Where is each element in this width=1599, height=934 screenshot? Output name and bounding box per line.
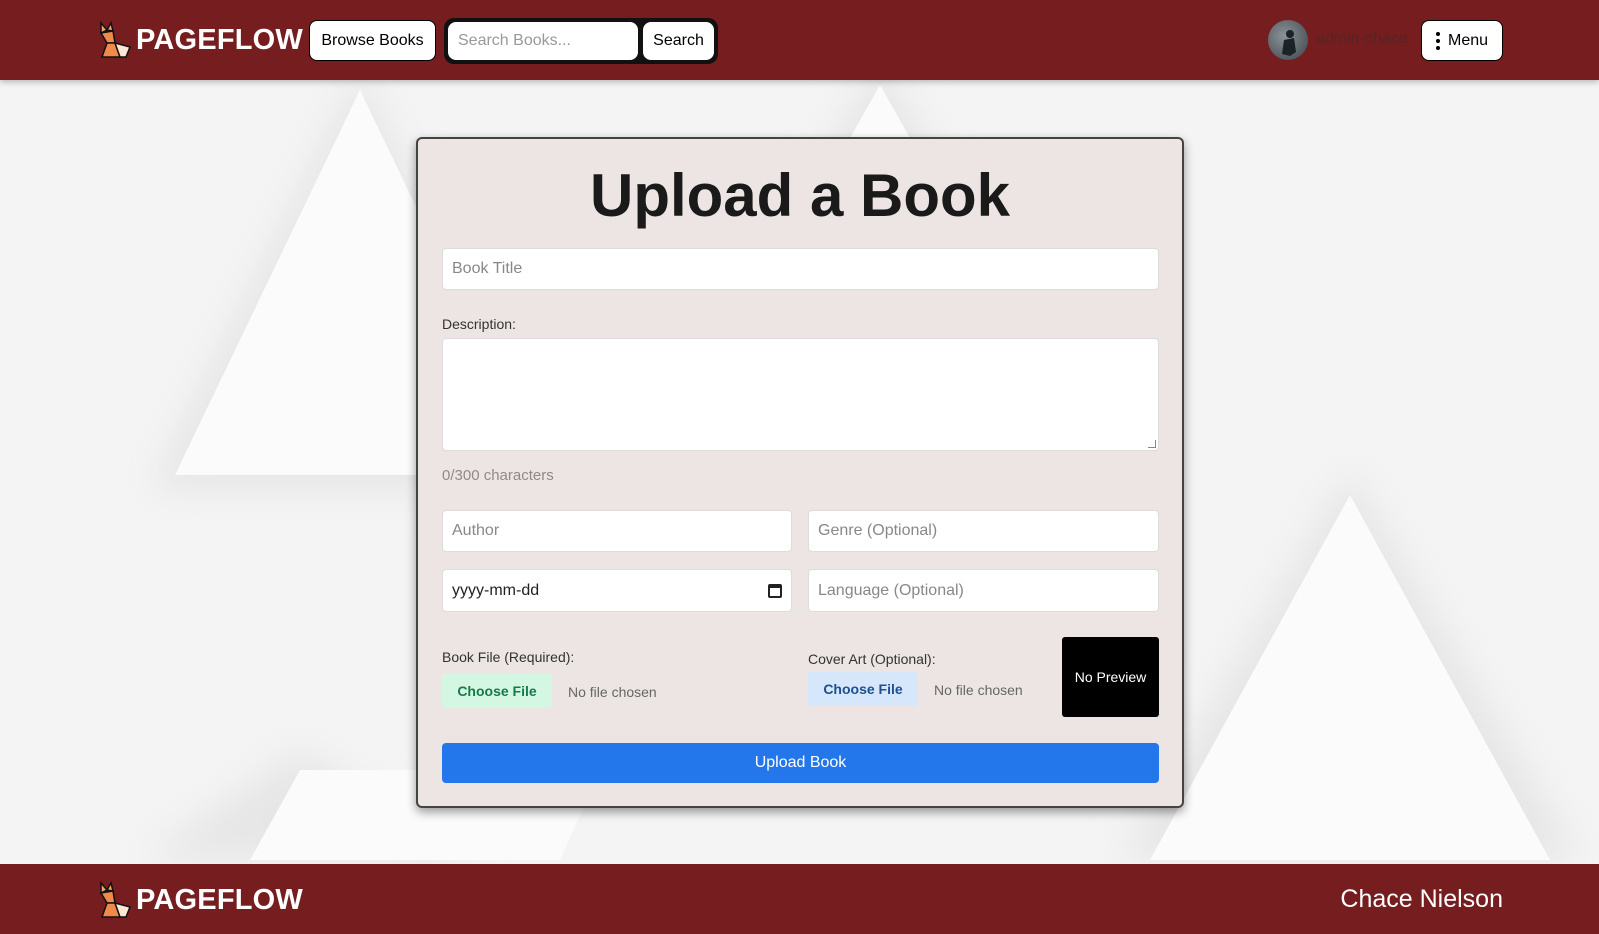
footer-brand-name: PAGEFLOW [136,883,303,916]
avatar[interactable] [1268,20,1308,60]
author-input[interactable]: Author [442,510,792,552]
kebab-icon [1435,31,1440,50]
menu-button[interactable]: Menu [1421,20,1503,61]
book-file-label: Book File (Required): [442,649,575,665]
search-input[interactable]: Search Books... [448,22,638,60]
brand-name: PAGEFLOW [136,23,303,56]
description-textarea[interactable] [442,338,1159,451]
page-title: Upload a Book [589,162,1011,229]
genre-input[interactable]: Genre (Optional) [808,510,1159,552]
cover-art-label: Cover Art (Optional): [808,651,936,667]
username-label[interactable]: admin-chace [1316,30,1408,48]
publish-date-input[interactable]: yyyy-mm-dd [442,569,792,612]
book-file-status: No file chosen [568,684,657,700]
search-bar: Search Books... Search [444,18,718,64]
cover-art-status: No file chosen [934,682,1023,698]
calendar-icon[interactable] [768,583,782,598]
upload-form-card: Upload a Book Book Title Description: 0/… [416,137,1184,808]
footer-brand-logo[interactable]: PAGEFLOW [98,880,303,920]
brand-logo[interactable]: PAGEFLOW [98,20,303,60]
fox-icon [99,21,132,58]
book-title-input[interactable]: Book Title [442,248,1159,290]
search-button[interactable]: Search [643,22,714,60]
date-value: yyyy-mm-dd [452,581,540,599]
menu-label: Menu [1447,31,1489,49]
language-input[interactable]: Language (Optional) [808,569,1159,612]
footer-author-name: Chace Nielson [1340,885,1503,913]
book-file-choose-button[interactable]: Choose File [442,674,552,708]
browse-books-button[interactable]: Browse Books [309,20,436,61]
resize-handle-icon[interactable] [1148,440,1156,448]
char-counter: 0/300 characters [442,467,554,484]
upload-book-button[interactable]: Upload Book [442,743,1159,783]
fox-icon [99,881,132,918]
top-navbar: PAGEFLOW Browse Books Search Books... Se… [0,0,1599,80]
cover-art-choose-button[interactable]: Choose File [808,672,918,706]
footer: PAGEFLOW Chace Nielson [0,864,1599,934]
cover-preview: No Preview [1062,637,1159,717]
description-label: Description: [442,316,516,332]
